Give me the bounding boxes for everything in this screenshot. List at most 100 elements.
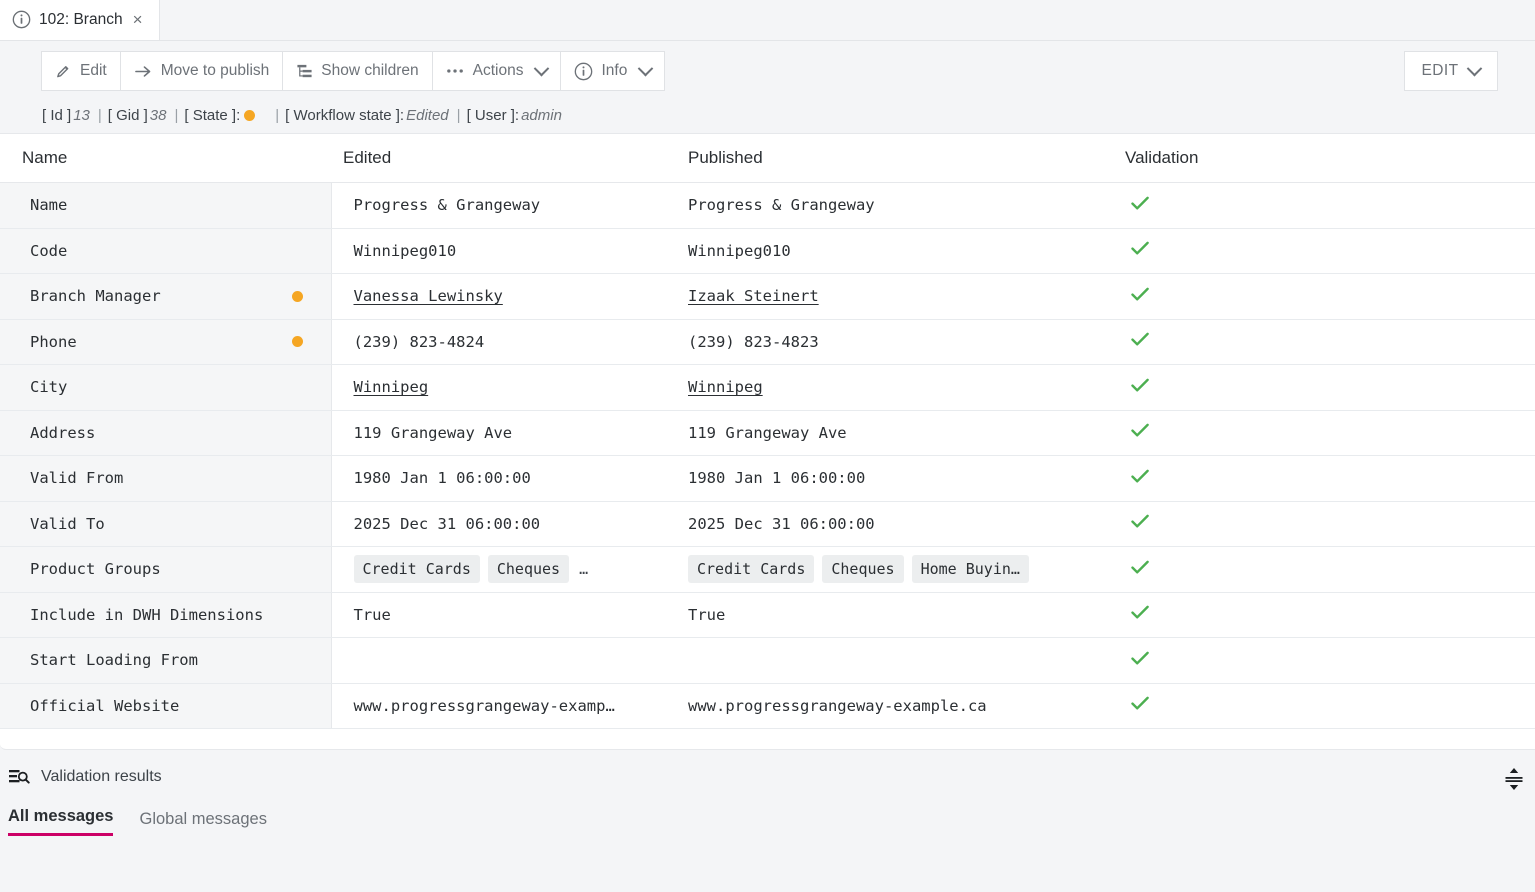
column-header-name[interactable]: Name [0, 134, 331, 183]
validation-cell [1109, 547, 1535, 593]
record-link[interactable]: Izaak Steinert [688, 287, 819, 305]
value-text: 2025 Dec 31 06:00:00 [354, 515, 541, 533]
validation-cell [1109, 683, 1535, 729]
column-header-edited[interactable]: Edited [331, 134, 674, 183]
info-circle-icon [574, 62, 593, 81]
show-children-label: Show children [321, 62, 418, 80]
chip[interactable]: Credit Cards [354, 555, 480, 583]
id-label: [ Id ] [42, 107, 71, 124]
value-text: 1980 Jan 1 06:00:00 [354, 469, 531, 487]
table-body: NameProgress & GrangewayProgress & Grang… [0, 183, 1535, 729]
value-text: Progress & Grangeway [688, 196, 875, 214]
table-row[interactable]: Official Website www.progressgrangeway-ex… [0, 683, 1535, 729]
toolbar-area: Edit Move to publish Show children [0, 41, 1535, 97]
edited-value-cell: www.progressgrangeway-examp… [331, 683, 674, 729]
validation-cell [1109, 592, 1535, 638]
table-row[interactable]: Valid From1980 Jan 1 06:00:001980 Jan 1 … [0, 456, 1535, 502]
field-name-label: Product Groups [30, 560, 161, 578]
validation-cell [1109, 319, 1535, 365]
tab-global-messages[interactable]: Global messages [139, 810, 266, 836]
field-name-label: Valid To [30, 515, 105, 533]
validation-cell [1109, 501, 1535, 547]
field-name-cell: Include in DWH Dimensions [0, 592, 331, 638]
chip[interactable]: Cheques [822, 555, 903, 583]
field-comparison-table: Name Edited Published Validation NamePro… [0, 134, 1535, 729]
table-row[interactable]: Branch ManagerVanessa LewinskyIzaak Stei… [0, 274, 1535, 320]
state-label: [ State ]: [184, 107, 240, 124]
chip-list: Credit Cards Cheques Home Buyin… [688, 555, 1108, 583]
chip-overflow[interactable]: … [577, 555, 590, 583]
column-header-published[interactable]: Published [674, 134, 1109, 183]
valid-check-icon [1129, 656, 1151, 673]
edit-button[interactable]: Edit [42, 52, 121, 90]
ellipsis-icon [446, 67, 465, 75]
chip-list: Credit Cards Cheques … [354, 555, 674, 583]
table-row[interactable]: Include in DWH DimensionsTrueTrue [0, 592, 1535, 638]
column-header-validation[interactable]: Validation [1109, 134, 1535, 183]
message-tabs: All messages Global messages [0, 787, 1535, 836]
table-row[interactable]: CodeWinnipeg010Winnipeg010 [0, 228, 1535, 274]
published-value-cell [674, 638, 1109, 684]
gid-value: 38 [150, 107, 167, 124]
value-text: 119 Grangeway Ave [688, 424, 847, 442]
record-link[interactable]: Vanessa Lewinsky [354, 287, 503, 305]
actions-button[interactable]: Actions [433, 52, 562, 90]
edited-value-cell: (239) 823-4824 [331, 319, 674, 365]
tab-102-branch[interactable]: 102: Branch × [0, 0, 160, 40]
show-children-button[interactable]: Show children [283, 52, 432, 90]
edit-mode-label: EDIT [1422, 62, 1459, 80]
id-value: 13 [73, 107, 90, 124]
value-text: True [688, 606, 725, 624]
edited-value-cell: Vanessa Lewinsky [331, 274, 674, 320]
vertical-resize-icon[interactable] [1501, 766, 1527, 792]
value-text: 119 Grangeway Ave [354, 424, 513, 442]
table-row[interactable]: Valid To2025 Dec 31 06:00:002025 Dec 31 … [0, 501, 1535, 547]
pencil-icon [55, 63, 72, 80]
validation-cell [1109, 183, 1535, 229]
field-comparison-panel: Name Edited Published Validation NamePro… [0, 133, 1535, 750]
hierarchy-icon [296, 63, 313, 80]
edited-value-cell: Winnipeg010 [331, 228, 674, 274]
table-row[interactable]: City Winnipeg Winnipeg [0, 365, 1535, 411]
field-name-cell: Address [0, 410, 331, 456]
validation-cell [1109, 365, 1535, 411]
chevron-down-icon [638, 60, 654, 76]
field-name-label: Phone [30, 333, 77, 351]
field-name-label: City [30, 378, 67, 396]
table-row[interactable]: Product GroupsCredit CardsCheques…Credit… [0, 547, 1535, 593]
valid-check-icon [1129, 337, 1151, 354]
field-name-cell: City [0, 365, 331, 411]
info-label: Info [601, 62, 627, 80]
main-toolbar: Edit Move to publish Show children [41, 51, 665, 91]
chevron-down-icon [1467, 60, 1483, 76]
table-row[interactable]: Phone(239) 823-4824(239) 823-4823 [0, 319, 1535, 365]
valid-check-icon [1129, 610, 1151, 627]
table-row[interactable]: Address 119 Grangeway Ave 119 Grangeway Av… [0, 410, 1535, 456]
value-text: Winnipeg010 [354, 242, 457, 260]
chip[interactable]: Credit Cards [688, 555, 814, 583]
validation-cell [1109, 638, 1535, 684]
info-button[interactable]: Info [561, 52, 664, 90]
value-text: www.progressgrangeway-examp… [354, 697, 615, 715]
published-value-cell: www.progressgrangeway-example.ca [674, 683, 1109, 729]
valid-check-icon [1129, 246, 1151, 263]
chip[interactable]: Cheques [488, 555, 569, 583]
edited-value-cell: Winnipeg [331, 365, 674, 411]
record-link[interactable]: Winnipeg [688, 378, 763, 396]
field-name-cell: Official Website [0, 683, 331, 729]
published-value-cell: Credit Cards Cheques Home Buyin… [674, 547, 1109, 593]
field-name-label: Start Loading From [30, 651, 198, 669]
tab-all-messages[interactable]: All messages [8, 807, 113, 836]
published-value-cell: Progress & Grangeway [674, 183, 1109, 229]
table-row[interactable]: NameProgress & GrangewayProgress & Grang… [0, 183, 1535, 229]
field-name-cell: Start Loading From [0, 638, 331, 684]
tab-title: 102: Branch [39, 11, 123, 29]
field-name-cell: Code [0, 228, 331, 274]
move-to-publish-button[interactable]: Move to publish [121, 52, 284, 90]
chip[interactable]: Home Buyin… [912, 555, 1029, 583]
table-row[interactable]: Start Loading From [0, 638, 1535, 684]
edit-mode-dropdown[interactable]: EDIT [1404, 51, 1498, 91]
edited-value-cell [331, 638, 674, 684]
close-icon[interactable]: × [131, 11, 145, 28]
record-link[interactable]: Winnipeg [354, 378, 429, 396]
